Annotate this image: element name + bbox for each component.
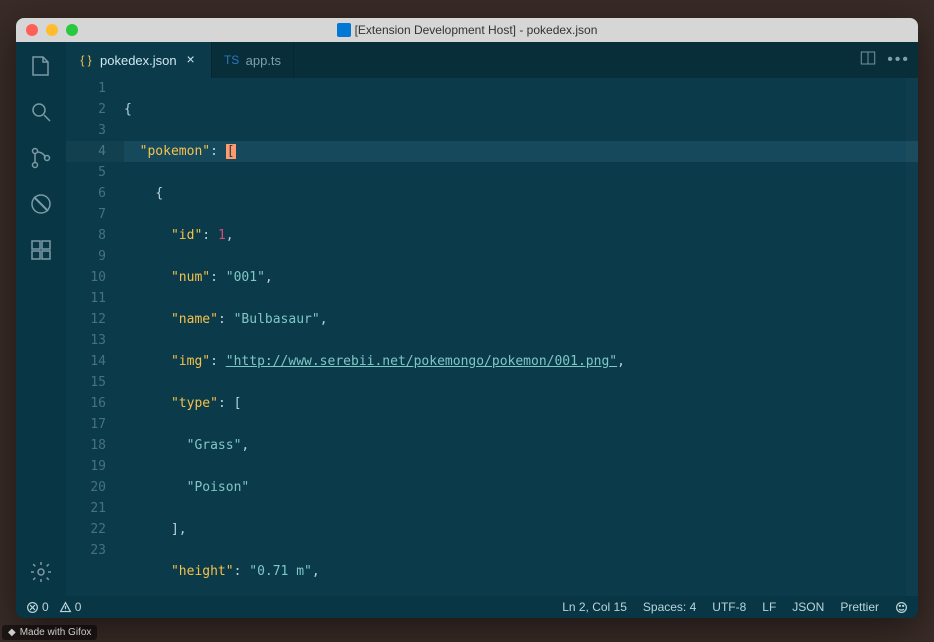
status-eol[interactable]: LF	[762, 600, 776, 614]
gifox-watermark: ◆ Made with Gifox	[2, 625, 97, 640]
close-tab-icon[interactable]: ×	[183, 52, 199, 68]
traffic-lights	[16, 24, 78, 36]
editor-area: { } pokedex.json × TS app.ts ••• 123	[66, 42, 918, 596]
tab-app-ts[interactable]: TS app.ts	[212, 42, 294, 78]
status-bar: 0 0 Ln 2, Col 15 Spaces: 4 UTF-8 LF JSON…	[16, 596, 918, 618]
close-window-button[interactable]	[26, 24, 38, 36]
json-file-icon: { }	[78, 52, 94, 68]
status-encoding[interactable]: UTF-8	[712, 600, 746, 614]
editor-tab-actions: •••	[859, 42, 918, 78]
code-content[interactable]: { "pokemon": [ { "id": 1, "num": "001", …	[124, 78, 918, 596]
extensions-icon[interactable]	[27, 236, 55, 264]
zoom-window-button[interactable]	[66, 24, 78, 36]
settings-gear-icon[interactable]	[27, 558, 55, 586]
tab-label: app.ts	[246, 53, 281, 68]
code-editor[interactable]: 1234567891011121314151617181920212223 { …	[66, 78, 918, 596]
status-formatter[interactable]: Prettier	[840, 600, 879, 614]
activity-bar	[16, 42, 66, 596]
window-title-text: [Extension Development Host] - pokedex.j…	[355, 23, 598, 37]
minimap-scrollbar[interactable]	[906, 78, 918, 596]
status-indentation[interactable]: Spaces: 4	[643, 600, 696, 614]
tab-bar: { } pokedex.json × TS app.ts •••	[66, 42, 918, 78]
source-control-icon[interactable]	[27, 144, 55, 172]
window-title: [Extension Development Host] - pokedex.j…	[16, 23, 918, 37]
vscode-window: [Extension Development Host] - pokedex.j…	[16, 18, 918, 618]
status-language[interactable]: JSON	[792, 600, 824, 614]
explorer-icon[interactable]	[27, 52, 55, 80]
more-actions-icon[interactable]: •••	[887, 51, 910, 69]
status-warnings[interactable]: 0	[59, 600, 82, 614]
feedback-smiley-icon[interactable]	[895, 601, 908, 614]
status-errors[interactable]: 0	[26, 600, 49, 614]
main-area: { } pokedex.json × TS app.ts ••• 123	[16, 42, 918, 596]
gifox-icon: ◆	[8, 627, 16, 638]
search-icon[interactable]	[27, 98, 55, 126]
ts-file-icon: TS	[224, 52, 240, 68]
debug-icon[interactable]	[27, 190, 55, 218]
split-editor-icon[interactable]	[859, 49, 877, 72]
minimize-window-button[interactable]	[46, 24, 58, 36]
vscode-icon	[337, 23, 351, 37]
tab-pokedex-json[interactable]: { } pokedex.json ×	[66, 42, 212, 78]
tab-label: pokedex.json	[100, 53, 177, 68]
titlebar: [Extension Development Host] - pokedex.j…	[16, 18, 918, 42]
status-cursor-position[interactable]: Ln 2, Col 15	[562, 600, 627, 614]
